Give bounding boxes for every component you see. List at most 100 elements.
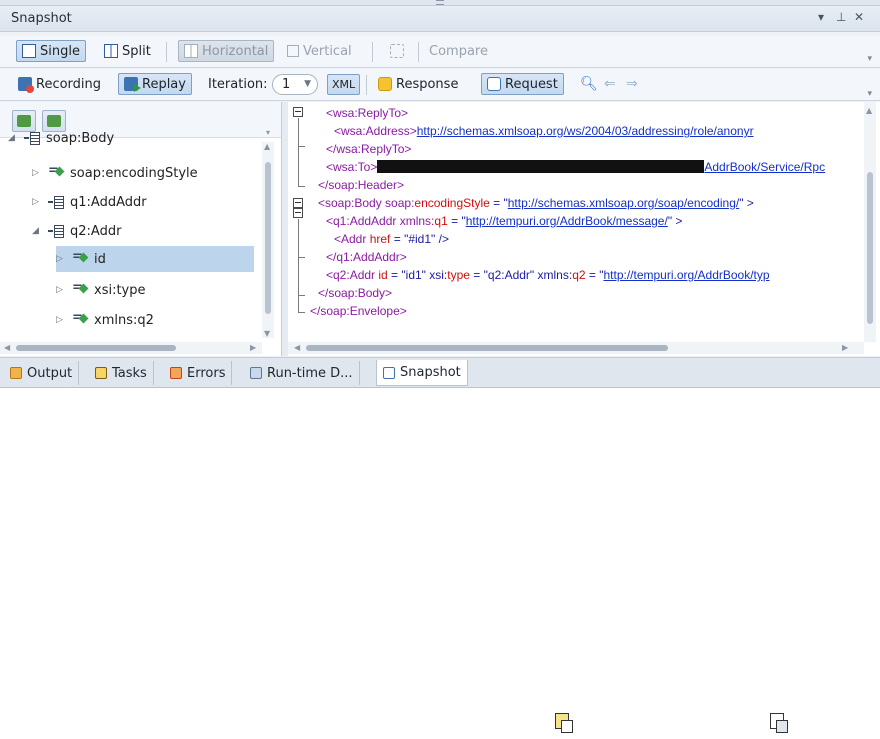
fold-gutter bbox=[288, 102, 312, 322]
tree-node-soap-encodingstyle[interactable]: ▷ soap:encodingStyle bbox=[32, 160, 198, 186]
xml-link[interactable]: http://schemas.xmlsoap.org/soap/encoding… bbox=[508, 196, 739, 210]
fold-toggle-icon[interactable] bbox=[293, 208, 303, 218]
scroll-left-arrow-icon[interactable]: ◀ bbox=[4, 343, 10, 352]
xml-text: = " bbox=[585, 268, 604, 282]
panel-title: Snapshot bbox=[11, 11, 72, 26]
scroll-right-arrow-icon[interactable]: ▶ bbox=[842, 343, 848, 352]
scrollbar-thumb[interactable] bbox=[306, 345, 668, 351]
sync-scroll-button[interactable] bbox=[384, 40, 410, 62]
collapse-all-button[interactable] bbox=[42, 110, 66, 132]
replay-button[interactable]: Replay bbox=[118, 73, 192, 95]
scroll-down-arrow-icon[interactable]: ▼ bbox=[264, 329, 270, 338]
xml-attribute: encodingStyle bbox=[414, 196, 490, 210]
fold-line bbox=[298, 257, 299, 295]
xml-tag: <wsa:Address> bbox=[334, 124, 417, 138]
view-toolbar: Single Split Horizontal Vertical Compare… bbox=[0, 36, 880, 68]
request-button[interactable]: Request bbox=[481, 73, 564, 95]
xml-vertical-scrollbar[interactable]: ▲ bbox=[864, 102, 876, 342]
horizontal-layout-icon bbox=[184, 44, 198, 58]
tree-horizontal-scrollbar[interactable]: ◀ ▶ bbox=[0, 342, 262, 354]
response-button[interactable]: Response bbox=[372, 73, 464, 95]
search-icon[interactable]: 🔍︎ bbox=[580, 76, 598, 92]
tab-output[interactable]: Output bbox=[4, 361, 80, 385]
fold-toggle-icon[interactable] bbox=[293, 198, 303, 208]
scroll-up-arrow-icon[interactable]: ▲ bbox=[866, 106, 872, 115]
tree-node-q1-addaddr[interactable]: ▷ q1:AddAddr bbox=[32, 189, 147, 215]
xml-link[interactable]: http://tempuri.org/AddrBook/typ bbox=[603, 268, 769, 282]
split-label: Split bbox=[122, 43, 151, 59]
tab-snapshot[interactable]: Snapshot bbox=[376, 360, 468, 386]
redacted-block bbox=[377, 160, 705, 173]
xml-line: <wsa:To> AddrBook/Service/Rpc bbox=[326, 158, 825, 176]
xml-tag: <wsa:ReplyTo> bbox=[326, 106, 409, 120]
tree-node-label: id bbox=[94, 251, 106, 267]
split-view-button[interactable]: Split bbox=[98, 40, 157, 62]
xml-line: </q1:AddAddr> bbox=[326, 248, 407, 266]
single-view-button[interactable]: Single bbox=[16, 40, 86, 62]
tab-tasks[interactable]: Tasks bbox=[89, 361, 154, 385]
tree-node-xmlns-q2[interactable]: ▷ xmlns:q2 bbox=[56, 307, 154, 333]
fold-line bbox=[298, 219, 299, 257]
tab-label: Snapshot bbox=[400, 365, 461, 380]
panel-menu-dropdown-icon[interactable]: ▾ bbox=[818, 10, 824, 24]
scroll-right-arrow-icon[interactable]: ▶ bbox=[250, 343, 256, 352]
tree-node-xsi-type[interactable]: ▷ xsi:type bbox=[56, 277, 146, 303]
toolbar-separator bbox=[418, 42, 419, 62]
fold-line bbox=[298, 257, 305, 258]
horizontal-layout-button[interactable]: Horizontal bbox=[178, 40, 275, 62]
vertical-layout-button[interactable]: Vertical bbox=[281, 40, 358, 62]
expand-triangle-icon: ▷ bbox=[56, 254, 63, 264]
xml-attribute: id bbox=[378, 268, 388, 282]
scrollbar-thumb[interactable] bbox=[867, 172, 873, 324]
tab-label: Run-time D... bbox=[267, 365, 353, 381]
scrollbar-thumb[interactable] bbox=[265, 162, 271, 314]
expand-all-button[interactable] bbox=[12, 110, 36, 132]
recording-label: Recording bbox=[36, 76, 102, 92]
tree-node-soap-body[interactable]: ◢ soap:Body bbox=[8, 131, 114, 145]
xml-link[interactable]: http://schemas.xmlsoap.org/ws/2004/03/ad… bbox=[417, 124, 754, 138]
xml-attribute: type bbox=[447, 268, 470, 282]
xml-view-button[interactable]: XML bbox=[327, 74, 361, 95]
close-icon[interactable]: ✕ bbox=[854, 10, 864, 24]
scroll-down-arrow-icon[interactable]: ▾ bbox=[266, 128, 270, 137]
fold-line bbox=[298, 295, 299, 312]
xml-link[interactable]: AddrBook/Service/Rpc bbox=[704, 160, 825, 174]
tab-errors[interactable]: Errors bbox=[164, 361, 233, 385]
single-view-icon bbox=[22, 44, 36, 58]
tree-node-id[interactable]: ▷ id bbox=[56, 246, 254, 272]
tree-vertical-scrollbar[interactable]: ▲ ▼ bbox=[262, 142, 274, 338]
xml-attribute: href bbox=[369, 232, 391, 246]
recording-button[interactable]: Recording bbox=[12, 73, 107, 95]
xml-link[interactable]: http://tempuri.org/AddrBook/message/ bbox=[466, 214, 668, 228]
xml-tree-pane: ▾ ◢ soap:Body ▷ soap:encodingStyle ▷ q1:… bbox=[0, 102, 282, 356]
errors-icon bbox=[170, 367, 182, 379]
iteration-select[interactable]: 1 ▼ bbox=[272, 74, 318, 95]
scroll-left-arrow-icon[interactable]: ◀ bbox=[294, 343, 300, 352]
compare-button[interactable]: Compare bbox=[423, 40, 494, 62]
output-icon bbox=[10, 367, 22, 379]
xml-tag: </soap:Body> bbox=[318, 286, 393, 300]
scroll-up-arrow-icon[interactable]: ▲ bbox=[264, 142, 270, 151]
xml-line: <wsa:ReplyTo> bbox=[326, 104, 408, 122]
toolbar-overflow-chevron-icon[interactable]: ▾ bbox=[867, 54, 872, 64]
xml-horizontal-scrollbar[interactable]: ◀ ▶ bbox=[288, 342, 864, 354]
xml-tag: </soap:Header> bbox=[318, 178, 405, 192]
scrollbar-thumb[interactable] bbox=[16, 345, 176, 351]
xml-tag: <wsa:To> bbox=[326, 160, 378, 174]
tree-node-q2-addr[interactable]: ◢ q2:Addr bbox=[32, 218, 121, 244]
fold-toggle-icon[interactable] bbox=[293, 107, 303, 117]
tab-label: Tasks bbox=[112, 365, 147, 381]
tab-runtime-data[interactable]: Run-time D... bbox=[244, 361, 360, 385]
expand-all-icon bbox=[17, 115, 31, 127]
attribute-icon bbox=[72, 249, 88, 265]
toolbar-overflow-chevron-icon[interactable]: ▾ bbox=[867, 89, 872, 99]
bottom-tab-bar: Output Tasks Errors Run-time D... Snapsh… bbox=[0, 357, 880, 387]
pin-icon[interactable]: ⊥ bbox=[836, 10, 846, 24]
previous-arrow-icon[interactable]: ⇐ bbox=[604, 76, 616, 92]
next-arrow-icon[interactable]: ⇒ bbox=[626, 76, 638, 92]
xml-text: = " bbox=[489, 196, 508, 210]
tree-node-label: q2:Addr bbox=[70, 223, 122, 239]
fold-line bbox=[298, 146, 299, 186]
xml-text: = "#id1" /> bbox=[390, 232, 449, 246]
xml-text: = "q2:Addr" xmlns: bbox=[469, 268, 573, 282]
